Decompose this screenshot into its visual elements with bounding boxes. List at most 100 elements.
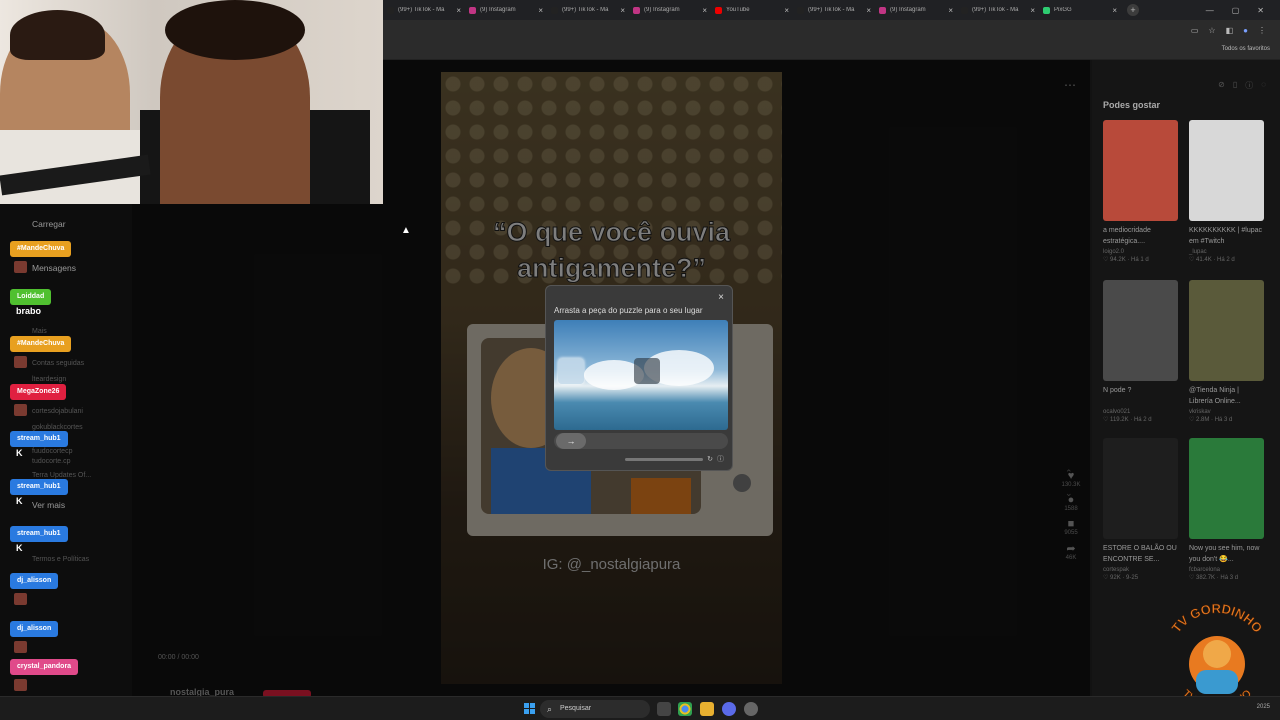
close-tab-icon[interactable]: × bbox=[702, 6, 707, 15]
star-icon[interactable]: ☆ bbox=[1208, 26, 1215, 35]
toolbar-icons: ▭ ☆ ◧ ● ⋮ bbox=[1191, 26, 1266, 35]
address-bar[interactable]: ▭ ☆ ◧ ● ⋮ bbox=[383, 20, 1280, 42]
discord-icon[interactable] bbox=[722, 702, 736, 716]
info-icon[interactable]: ⓘ bbox=[1245, 80, 1253, 91]
card-thumbnail[interactable] bbox=[1189, 120, 1264, 221]
slider-handle[interactable]: → bbox=[556, 433, 586, 449]
webcam-overlay bbox=[0, 0, 383, 204]
extensions-icon[interactable]: ◧ bbox=[1226, 26, 1234, 35]
nav-more[interactable]: Mais bbox=[32, 328, 47, 335]
browser-tab[interactable]: (99+) TikTok - Ma × bbox=[547, 0, 629, 20]
browser-tab[interactable]: (9) Instagram × bbox=[465, 0, 547, 20]
card-title[interactable]: ESTORE O BALÃO OU ENCONTRE SE... bbox=[1103, 543, 1178, 565]
chrome-icon[interactable] bbox=[678, 702, 692, 716]
block-icon[interactable]: ⊘ bbox=[1218, 80, 1225, 91]
close-tab-icon[interactable]: × bbox=[1030, 6, 1035, 15]
windows-start-icon[interactable] bbox=[524, 703, 535, 714]
terms-link[interactable]: Termos e Políticas bbox=[32, 556, 89, 563]
bookmarks-bar: Todos os favoritos bbox=[383, 42, 1280, 60]
close-window-icon[interactable]: ✕ bbox=[1257, 6, 1264, 15]
captcha-brand bbox=[625, 457, 704, 461]
close-icon[interactable]: × bbox=[718, 292, 724, 303]
browser-tab[interactable]: (99+) TikTok - Ma × bbox=[793, 0, 875, 20]
chat-username: stream_hub1 bbox=[10, 479, 68, 495]
file-explorer-icon[interactable] bbox=[700, 702, 714, 716]
followed-account[interactable]: Terra Updates Of... bbox=[32, 472, 91, 479]
refresh-icon[interactable]: ↻ bbox=[707, 455, 713, 463]
logo-text-top: TV GORDINHO bbox=[1168, 601, 1265, 636]
player-progress[interactable]: 00:00 / 00:00 bbox=[132, 652, 1090, 666]
browser-tab[interactable]: YouTube × bbox=[711, 0, 793, 20]
profile-icon[interactable]: ● bbox=[1243, 26, 1248, 35]
card-title[interactable]: a mediocridade estratégica.... bbox=[1103, 225, 1178, 247]
card-thumbnail[interactable] bbox=[1103, 438, 1178, 539]
followed-account[interactable]: cortesdojabulani bbox=[32, 408, 83, 415]
close-tab-icon[interactable]: × bbox=[456, 6, 461, 15]
recommended-video-card[interactable]: KKKKKKKKKK | #lupac em #Twitch _lupac ♡ … bbox=[1189, 120, 1264, 263]
recommended-video-card[interactable]: N pode ? ocalvo021 ♡ 119.2K · Há 2 d bbox=[1103, 280, 1178, 423]
card-user[interactable]: cortespak bbox=[1103, 567, 1178, 573]
tab-favicon-icon bbox=[633, 6, 640, 14]
card-title[interactable]: KKKKKKKKKK | #lupac em #Twitch bbox=[1189, 225, 1264, 247]
recommended-video-card[interactable]: ESTORE O BALÃO OU ENCONTRE SE... cortesp… bbox=[1103, 438, 1178, 581]
recommended-video-card[interactable]: Now you see him, now you don't 😂... fcba… bbox=[1189, 438, 1264, 581]
see-more-link[interactable]: Ver mais bbox=[32, 500, 65, 510]
chat-username: #MandeChuva bbox=[10, 336, 72, 352]
browser-tab[interactable]: (99+) TikTok - Ma × bbox=[383, 0, 465, 20]
chat-message: K bbox=[16, 543, 23, 553]
followed-account[interactable]: fuudocortecp bbox=[32, 448, 72, 455]
card-user[interactable]: fcbarcelona bbox=[1189, 567, 1264, 573]
card-stats: ♡ 92K · 9-25 bbox=[1103, 575, 1139, 581]
info-icon[interactable]: ⓘ bbox=[717, 454, 724, 464]
captcha-slider[interactable]: → bbox=[554, 433, 728, 449]
nav-messages[interactable]: Mensagens bbox=[32, 263, 76, 273]
tab-title: (99+) TikTok - Ma bbox=[972, 7, 1019, 13]
card-user[interactable]: _lupac bbox=[1189, 249, 1264, 255]
browser-tab[interactable]: PixGG × bbox=[1039, 0, 1121, 20]
tab-title: (9) Instagram bbox=[480, 7, 516, 13]
card-user[interactable]: vkriskav bbox=[1189, 409, 1264, 415]
close-tab-icon[interactable]: × bbox=[948, 6, 953, 15]
maximize-icon[interactable]: ▢ bbox=[1232, 6, 1240, 15]
close-tab-icon[interactable]: × bbox=[538, 6, 543, 15]
loading-icon: ◌ bbox=[1261, 80, 1266, 89]
close-tab-icon[interactable]: × bbox=[866, 6, 871, 15]
card-user[interactable]: loigo2.0 bbox=[1103, 249, 1178, 255]
recommended-video-card[interactable]: @Tienda Ninja | Librería Online... vkris… bbox=[1189, 280, 1264, 423]
card-thumbnail[interactable] bbox=[1103, 120, 1178, 221]
new-tab-button[interactable]: + bbox=[1127, 4, 1139, 16]
phone-icon[interactable]: ▯ bbox=[1233, 80, 1237, 91]
nav-upload[interactable]: Carregar bbox=[32, 219, 66, 229]
card-title[interactable]: N pode ? bbox=[1103, 385, 1178, 407]
browser-tab[interactable]: (9) Instagram × bbox=[875, 0, 957, 20]
all-bookmarks-link[interactable]: Todos os favoritos bbox=[1222, 46, 1270, 52]
close-tab-icon[interactable]: × bbox=[620, 6, 625, 15]
card-title[interactable]: Now you see him, now you don't 😂... bbox=[1189, 543, 1264, 565]
card-stats: ♡ 41.4K · Há 2 d bbox=[1189, 257, 1235, 263]
browser-tab[interactable]: (99+) TikTok - Ma × bbox=[957, 0, 1039, 20]
obs-icon[interactable] bbox=[744, 702, 758, 716]
card-title[interactable]: @Tienda Ninja | Librería Online... bbox=[1189, 385, 1264, 407]
install-icon[interactable]: ▭ bbox=[1191, 26, 1199, 35]
minimize-icon[interactable]: — bbox=[1206, 6, 1214, 15]
close-tab-icon[interactable]: × bbox=[784, 6, 789, 15]
tab-favicon-icon bbox=[387, 6, 394, 14]
chat-username: stream_hub1 bbox=[10, 431, 68, 447]
followed-account[interactable]: tudocorte.cp bbox=[32, 458, 71, 465]
close-tab-icon[interactable]: × bbox=[1112, 6, 1117, 15]
card-thumbnail[interactable] bbox=[1189, 438, 1264, 539]
recommended-video-card[interactable]: a mediocridade estratégica.... loigo2.0 … bbox=[1103, 120, 1178, 263]
menu-icon[interactable]: ⋮ bbox=[1258, 26, 1266, 35]
tab-favicon-icon bbox=[715, 6, 722, 14]
followed-account[interactable]: lteardesign bbox=[32, 376, 66, 383]
card-thumbnail[interactable] bbox=[1103, 280, 1178, 381]
puzzle-piece[interactable] bbox=[558, 358, 584, 384]
card-user[interactable]: ocalvo021 bbox=[1103, 409, 1178, 415]
browser-tab[interactable]: (9) Instagram × bbox=[629, 0, 711, 20]
card-stats: ♡ 94.2K · Há 1 d bbox=[1103, 257, 1149, 263]
taskbar-search[interactable]: ⌕ Pesquisar bbox=[540, 700, 650, 718]
card-thumbnail[interactable] bbox=[1189, 280, 1264, 381]
task-view-icon[interactable] bbox=[657, 702, 671, 716]
followed-account[interactable]: gokublackcortes bbox=[32, 424, 83, 431]
chat-username: dj_alisson bbox=[10, 621, 59, 637]
